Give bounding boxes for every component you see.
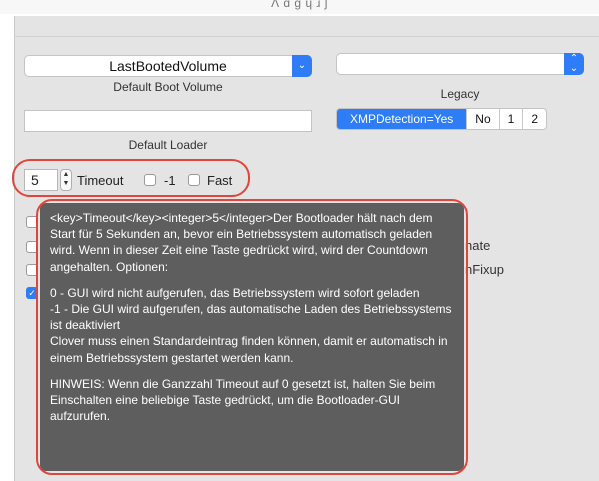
- legacy-select[interactable]: ⌃ ⌄: [336, 53, 584, 75]
- default-boot-volume-value: LastBootedVolume: [109, 58, 227, 74]
- cut-off-title: Ʌ ɑ ɡ ɥ ɹ ʃ: [271, 0, 328, 10]
- default-loader-field[interactable]: [24, 110, 312, 132]
- default-boot-volume-select[interactable]: LastBootedVolume ⌄: [24, 55, 312, 77]
- segment-xmpdetection-yes[interactable]: XMPDetection=Yes: [337, 109, 467, 129]
- default-loader-caption: Default Loader: [128, 138, 208, 152]
- tooltip-highlight-ring: [36, 199, 468, 475]
- legacy-caption: Legacy: [440, 87, 480, 101]
- segment-no[interactable]: No: [466, 109, 498, 129]
- chevron-updown-icon: ⌃ ⌄: [564, 53, 584, 75]
- xmp-detection-segmented: XMPDetection=Yes No 1 2: [336, 108, 548, 130]
- segment-1[interactable]: 1: [498, 109, 523, 129]
- panel-divider: [14, 36, 599, 37]
- default-boot-volume-caption: Default Boot Volume: [113, 80, 223, 94]
- window-top-strip: Ʌ ɑ ɡ ɥ ɹ ʃ: [0, 0, 599, 14]
- segment-2[interactable]: 2: [522, 109, 546, 129]
- hidden-option-label-fixup: nFixup: [465, 262, 505, 277]
- hidden-option-label-alternate: nate: [465, 238, 491, 253]
- timeout-highlight-ring: [12, 159, 250, 197]
- chevron-down-icon: ⌄: [292, 55, 312, 77]
